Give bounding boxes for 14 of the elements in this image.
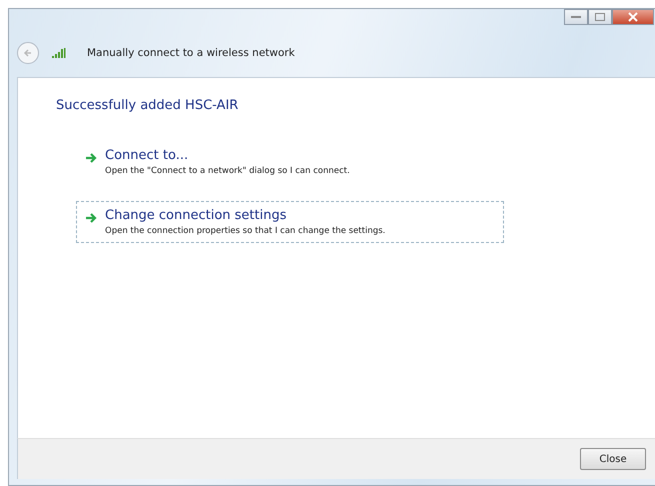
close-button[interactable]: [612, 9, 654, 25]
close-dialog-button[interactable]: Close: [580, 448, 646, 470]
minimize-button[interactable]: [564, 9, 588, 25]
page-heading: Successfully added HSC-AIR: [56, 98, 240, 113]
close-icon: [627, 12, 639, 22]
command-link[interactable]: Connect to... Open the "Connect to a network" dialog so I can connect.: [76, 141, 504, 183]
arrow-icon: [85, 212, 97, 224]
signal-bars-icon: [51, 47, 67, 59]
maximize-icon: [594, 12, 606, 22]
window-title: Manually connect to a wireless network: [87, 47, 295, 59]
command-link[interactable]: Change connection settings Open the connection properties so that I can change the settings.: [76, 201, 504, 243]
arrow-icon: [85, 152, 97, 164]
back-button[interactable]: [17, 42, 39, 64]
maximize-button[interactable]: [588, 9, 612, 25]
